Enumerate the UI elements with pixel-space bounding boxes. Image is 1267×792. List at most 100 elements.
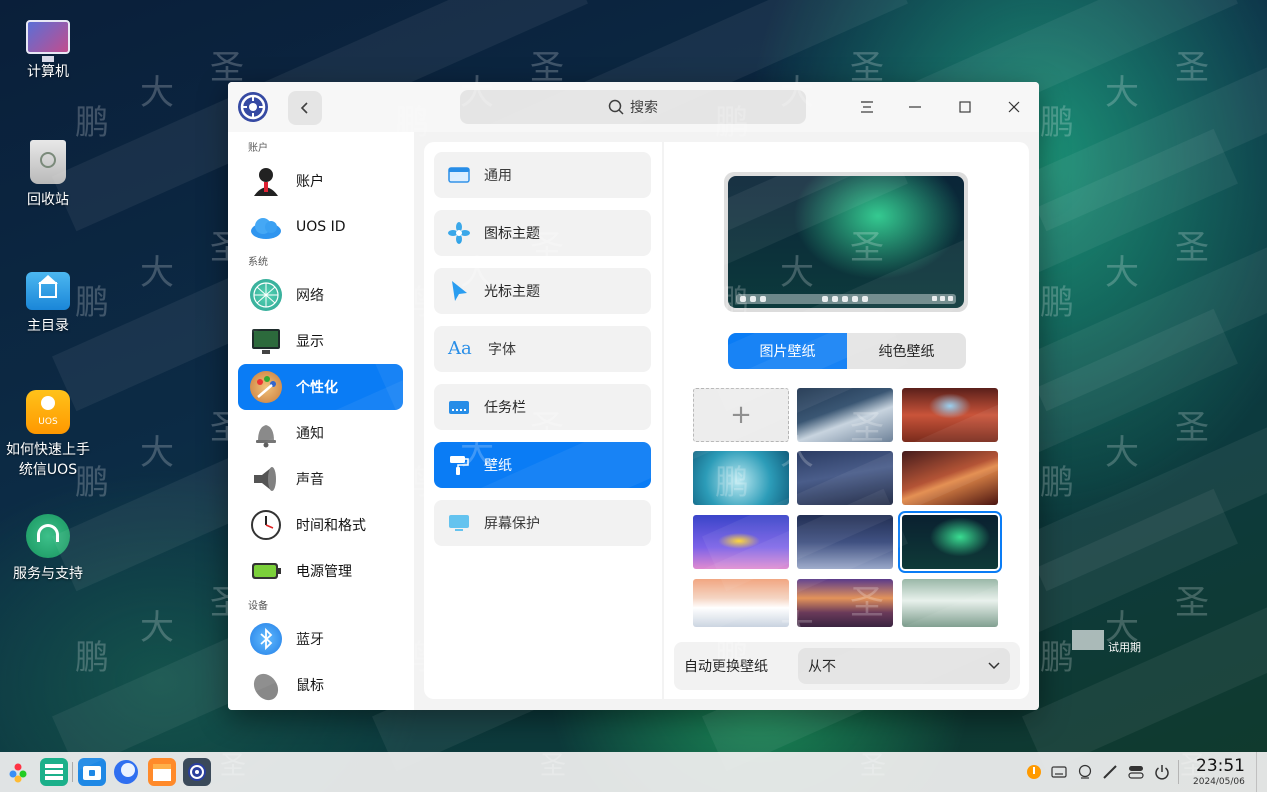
settings-sidebar: 账户 账户 UOS ID 系统 网络 显示 个性化 通知 声音 时间和格式 电源…: [228, 132, 414, 710]
tray-app-icon[interactable]: [1077, 764, 1093, 780]
preview-image: [728, 176, 964, 308]
sidebar-item-label: 网络: [296, 288, 324, 304]
desktop-icon-uos-guide[interactable]: UOS 如何快速上手统信UOS: [0, 390, 96, 480]
wallpaper-thumb[interactable]: [797, 579, 893, 627]
cursor-icon: [448, 280, 470, 302]
wallpaper-thumb[interactable]: [902, 451, 998, 505]
back-button[interactable]: [288, 91, 322, 125]
launcher-icon: [9, 763, 27, 783]
taskbar-divider: [72, 762, 73, 782]
add-wallpaper-button[interactable]: +: [693, 388, 789, 442]
taskbar-app-store[interactable]: [148, 758, 176, 786]
desktop-icon-support[interactable]: 服务与支持: [0, 514, 96, 584]
wallpaper-thumb[interactable]: [693, 451, 789, 505]
settings-app-icon: [238, 92, 268, 122]
close-button[interactable]: [999, 92, 1029, 122]
show-desktop-button[interactable]: [1256, 752, 1267, 792]
titlebar: 搜索: [228, 82, 1039, 132]
menu-icon: [861, 101, 873, 113]
sidebar-item-sound[interactable]: 声音: [238, 456, 403, 502]
pen-icon[interactable]: [1102, 764, 1118, 780]
search-placeholder: 搜索: [630, 100, 658, 116]
menu-item-label: 屏幕保护: [484, 516, 540, 532]
desktop-icon-home[interactable]: 主目录: [0, 268, 96, 336]
taskbar-app-browser[interactable]: [112, 758, 140, 786]
general-window-icon: [448, 164, 470, 186]
taskbar: 23:51 2024/05/06: [0, 752, 1267, 792]
taskbar-app-control-center[interactable]: [183, 758, 211, 786]
sidebar-group-account: 账户: [248, 143, 268, 154]
wallpaper-thumb-selected[interactable]: [898, 511, 1002, 573]
minimize-icon: [909, 106, 921, 108]
clock-time[interactable]: 23:51: [1196, 756, 1245, 776]
launcher-button[interactable]: [4, 758, 32, 786]
screensaver-monitor-icon: [448, 512, 470, 534]
desktop-icon-label: 如何快速上手统信UOS: [6, 442, 90, 478]
sidebar-item-label: 账户: [296, 174, 324, 190]
app-store-icon: [153, 764, 171, 781]
auto-change-value: 从不: [808, 659, 836, 675]
wallpaper-type-tabs: 图片壁纸 纯色壁纸: [728, 333, 966, 369]
wallpaper-thumb[interactable]: [693, 515, 789, 569]
plus-icon: +: [730, 400, 752, 430]
menu-item-wallpaper[interactable]: 壁纸: [434, 442, 651, 488]
search-input[interactable]: 搜索: [460, 90, 806, 124]
wallpaper-thumb[interactable]: [797, 388, 893, 442]
menu-item-font[interactable]: Aa 字体: [434, 326, 651, 372]
uos-guide-icon: UOS: [26, 390, 70, 434]
sidebar-item-uos-id[interactable]: UOS ID: [238, 204, 403, 250]
file-manager-icon: [83, 766, 101, 780]
menu-item-label: 光标主题: [484, 284, 540, 300]
tab-solid-color-wallpaper[interactable]: 纯色壁纸: [847, 333, 966, 369]
sidebar-item-account[interactable]: 账户: [238, 158, 403, 204]
desktop-icon-computer[interactable]: 计算机: [0, 18, 96, 82]
support-headset-icon: [26, 514, 70, 558]
wallpaper-thumb[interactable]: [693, 579, 789, 627]
wallpaper-thumb[interactable]: [797, 451, 893, 505]
taskbar-app-file-manager[interactable]: [78, 758, 106, 786]
display-monitor-icon: [250, 325, 282, 357]
font-icon: Aa: [448, 338, 472, 359]
wallpaper-thumb[interactable]: [902, 388, 998, 442]
auto-change-select[interactable]: 从不: [798, 648, 1010, 684]
uos-badge-text: UOS: [38, 417, 58, 427]
auto-change-wallpaper-row: 自动更换壁纸 从不: [674, 642, 1020, 690]
keyboard-icon[interactable]: [1051, 764, 1067, 780]
sidebar-item-mouse[interactable]: 鼠标: [238, 662, 403, 708]
desktop-icon-label: 主目录: [27, 318, 69, 334]
desktop-icon-label: 服务与支持: [13, 566, 83, 582]
sidebar-item-network[interactable]: 网络: [238, 272, 403, 318]
search-icon: [608, 99, 624, 115]
tab-picture-wallpaper[interactable]: 图片壁纸: [728, 333, 847, 369]
desktop-icon-trash[interactable]: 回收站: [0, 140, 96, 210]
sidebar-item-label: 电源管理: [296, 564, 352, 580]
close-icon: [1008, 101, 1020, 113]
maximize-button[interactable]: [950, 92, 980, 122]
taskbar-app-multitask[interactable]: [40, 758, 68, 786]
menu-item-cursor-theme[interactable]: 光标主题: [434, 268, 651, 314]
wallpaper-thumb[interactable]: [902, 579, 998, 627]
menu-button[interactable]: [852, 92, 882, 122]
minimize-button[interactable]: [900, 92, 930, 122]
wallpaper-thumb[interactable]: [797, 515, 893, 569]
chevron-left-icon: [300, 102, 308, 114]
sidebar-item-notification[interactable]: 通知: [238, 410, 403, 456]
paint-roller-icon: [448, 454, 470, 476]
sidebar-item-datetime[interactable]: 时间和格式: [238, 502, 403, 548]
menu-item-screensaver[interactable]: 屏幕保护: [434, 500, 651, 546]
tray-update-icon[interactable]: [1026, 764, 1042, 780]
sidebar-item-personalization[interactable]: 个性化: [238, 364, 403, 410]
sidebar-item-display[interactable]: 显示: [238, 318, 403, 364]
menu-item-icon-theme[interactable]: 图标主题: [434, 210, 651, 256]
clock-icon: [250, 509, 282, 541]
personalization-menu: 通用 图标主题 光标主题 Aa 字体 任务栏 壁纸 屏幕保护: [424, 142, 662, 699]
sidebar-item-power[interactable]: 电源管理: [238, 548, 403, 594]
menu-item-general[interactable]: 通用: [434, 152, 651, 198]
flower-icon: [448, 222, 470, 244]
sidebar-item-label: 鼠标: [296, 678, 324, 694]
power-icon[interactable]: [1154, 764, 1170, 780]
clock-date: 2024/05/06: [1193, 777, 1245, 787]
sidebar-item-bluetooth[interactable]: 蓝牙: [238, 616, 403, 662]
menu-item-taskbar[interactable]: 任务栏: [434, 384, 651, 430]
toggle-switch-icon[interactable]: [1128, 764, 1144, 780]
